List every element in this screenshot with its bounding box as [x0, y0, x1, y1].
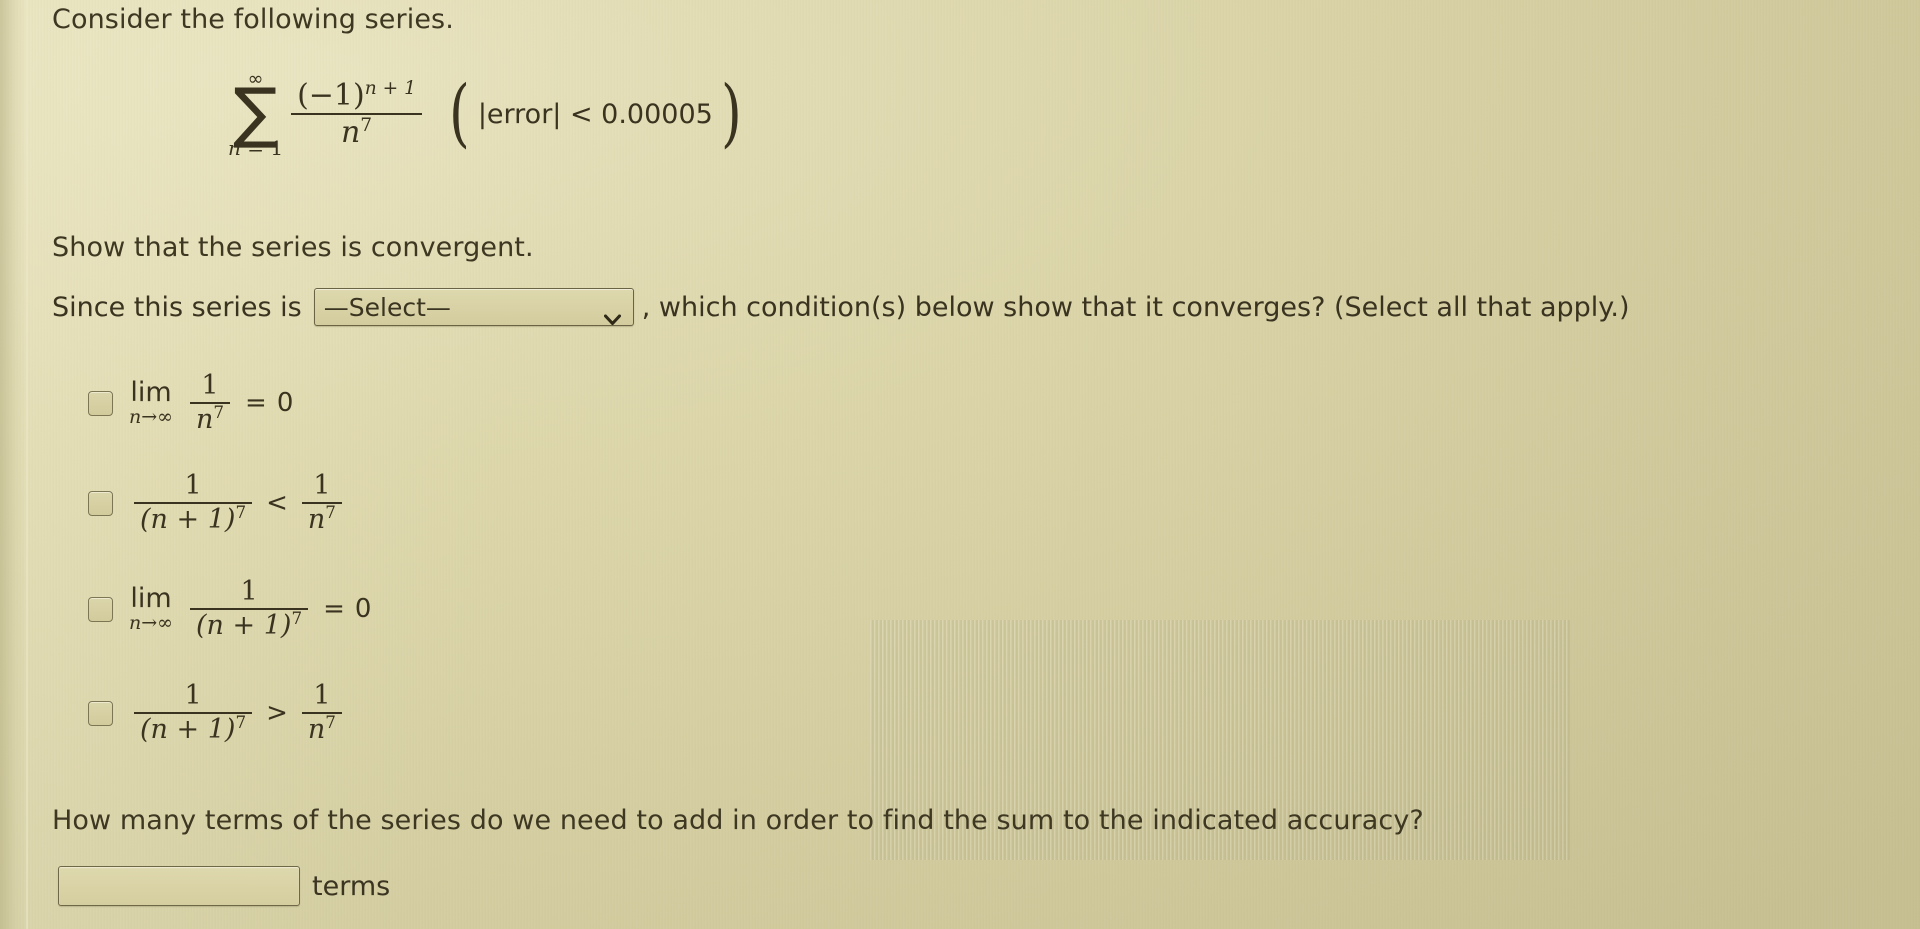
numerator: 1 [313, 470, 331, 501]
lim-label: lim [130, 377, 172, 409]
denominator: n7 [307, 712, 336, 746]
how-many-terms-text: How many terms of the series do we need … [52, 805, 1424, 836]
denominator: (n + 1)7 [140, 502, 247, 536]
condition-2-left-fraction: 1 (n + 1)7 [134, 470, 253, 536]
condition-1-fraction: 1 n7 [190, 370, 231, 436]
lim-subscript: n→∞ [129, 406, 173, 429]
denominator: n7 [307, 502, 336, 536]
chevron-down-icon [603, 302, 621, 326]
series-formula: ∞ ∑ n = 1 (−1)n + 1 n7 ( |error| < 0.000… [228, 70, 746, 161]
denominator: n7 [196, 402, 225, 436]
condition-4-expression: 1 (n + 1)7 > 1 n7 [129, 680, 347, 746]
relation-symbol: > [266, 698, 288, 729]
numerator: 1 [184, 470, 202, 501]
series-type-select[interactable]: —Select— [313, 288, 634, 326]
condition-option-1[interactable]: lim n→∞ 1 n7 = 0 [88, 370, 294, 436]
summation-operator: ∞ ∑ n = 1 [228, 70, 284, 161]
answer-row: terms [58, 866, 390, 906]
error-bound-text: |error| < 0.00005 [477, 98, 713, 130]
checkbox-condition-2[interactable] [88, 490, 113, 516]
lim-subscript: n→∞ [129, 612, 173, 635]
since-suffix-text: , which condition(s) below show that it … [641, 291, 1630, 323]
relation-symbol: = [323, 594, 345, 625]
terms-answer-input[interactable] [58, 866, 300, 906]
denominator: (n + 1)7 [196, 608, 303, 642]
denominator: (n + 1)7 [140, 712, 247, 746]
condition-option-3[interactable]: lim n→∞ 1 (n + 1)7 = 0 [88, 576, 372, 642]
condition-2-right-fraction: 1 n7 [301, 470, 342, 536]
condition-2-expression: 1 (n + 1)7 < 1 n7 [129, 470, 347, 536]
limit-operator: lim n→∞ [129, 379, 173, 427]
series-type-select-value: —Select— [323, 292, 451, 322]
series-term-fraction: (−1)n + 1 n7 [291, 77, 422, 151]
since-series-row: Since this series is —Select— , which co… [52, 288, 1630, 326]
checkbox-condition-4[interactable] [88, 700, 113, 726]
numerator: 1 [240, 576, 258, 607]
summation-lower-limit: n = 1 [228, 136, 284, 161]
show-convergent-text: Show that the series is convergent. [52, 232, 534, 263]
error-annotation: ( |error| < 0.00005 ) [445, 70, 746, 157]
numerator: 1 [184, 680, 202, 711]
question-content: Consider the following series. ∞ ∑ n = 1… [0, 0, 1920, 929]
condition-3-expression: lim n→∞ 1 (n + 1)7 = 0 [129, 576, 372, 642]
right-paren: ) [720, 70, 742, 157]
left-paren: ( [448, 70, 470, 157]
numerator: 1 [313, 680, 331, 711]
limit-operator: lim n→∞ [129, 585, 173, 633]
condition-option-2[interactable]: 1 (n + 1)7 < 1 n7 [88, 470, 347, 536]
numerator: 1 [201, 370, 219, 401]
lim-label: lim [130, 583, 172, 615]
right-hand-side: 0 [276, 388, 294, 419]
condition-4-right-fraction: 1 n7 [301, 680, 342, 746]
checkbox-condition-3[interactable] [88, 596, 113, 622]
condition-3-fraction: 1 (n + 1)7 [190, 576, 309, 642]
relation-symbol: < [266, 488, 288, 519]
since-prefix-text: Since this series is [52, 291, 302, 323]
consider-series-text: Consider the following series. [52, 4, 454, 35]
series-term-numerator: (−1)n + 1 [297, 77, 416, 113]
relation-symbol: = [245, 388, 267, 419]
series-term-denominator: n7 [340, 115, 373, 151]
condition-4-left-fraction: 1 (n + 1)7 [134, 680, 253, 746]
checkbox-condition-1[interactable] [88, 390, 113, 416]
condition-1-expression: lim n→∞ 1 n7 = 0 [129, 370, 294, 436]
condition-option-4[interactable]: 1 (n + 1)7 > 1 n7 [88, 680, 347, 746]
right-hand-side: 0 [354, 594, 372, 625]
sigma-icon: ∑ [233, 74, 278, 151]
terms-unit-label: terms [312, 870, 391, 902]
